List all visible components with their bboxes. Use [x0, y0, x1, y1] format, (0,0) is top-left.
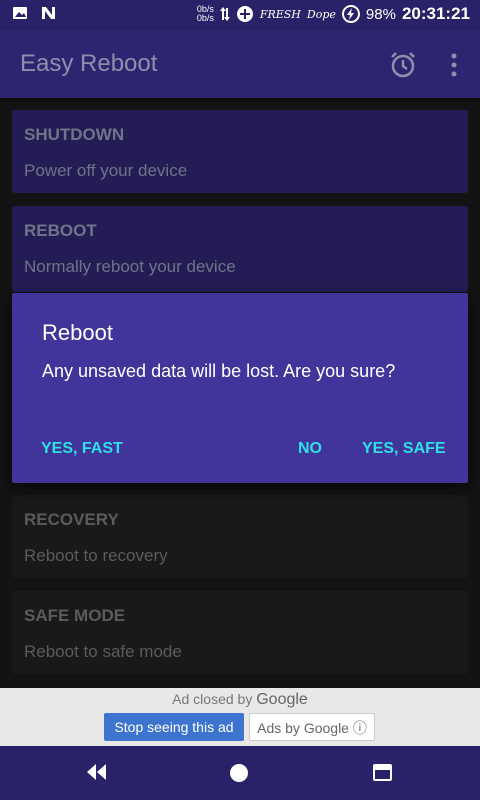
yes-safe-button[interactable]: YES, SAFE	[362, 440, 446, 458]
ad-closed-notice: Ad closed by Google	[172, 691, 308, 708]
battery-charging-icon	[341, 5, 360, 23]
stop-seeing-ad-button[interactable]: Stop seeing this ad	[104, 713, 244, 741]
more-options-icon[interactable]	[446, 50, 462, 80]
data-transfer-icon	[219, 7, 230, 21]
dialog-message: Any unsaved data will be lost. Are you s…	[42, 361, 396, 381]
recent-apps-icon[interactable]	[373, 764, 392, 781]
ads-by-google-button[interactable]: Ads by Google ⓘ	[249, 713, 375, 741]
google-logo: Google	[256, 691, 308, 708]
no-button[interactable]: NO	[298, 440, 322, 458]
ad-banner: Ad closed by Google Stop seeing this ad …	[0, 688, 480, 746]
status-bar: 0b/s 0b/s FRESH Dope 98% 20:31:21	[0, 0, 480, 30]
battery-percent: 98%	[365, 5, 396, 23]
alarm-icon[interactable]	[388, 50, 418, 80]
app-title: Easy Reboot	[20, 50, 158, 77]
network-speed: 0b/s 0b/s	[196, 4, 214, 23]
clock: 20:31:21	[401, 4, 470, 23]
navigation-bar	[0, 746, 480, 800]
app-bar: Easy Reboot	[0, 30, 480, 98]
dope-tag-icon: Dope	[306, 7, 336, 21]
n-notification-icon	[42, 7, 55, 19]
yes-fast-button[interactable]: YES, FAST	[41, 440, 123, 458]
dialog-title: Reboot	[42, 320, 113, 345]
back-icon[interactable]	[86, 762, 108, 782]
image-notification-icon	[13, 7, 27, 19]
graffiti-tag-icon: FRESH	[259, 7, 301, 21]
reboot-dialog: Reboot Any unsaved data will be lost. Ar…	[12, 293, 468, 483]
add-circle-icon	[236, 6, 253, 22]
home-icon[interactable]	[230, 764, 248, 782]
